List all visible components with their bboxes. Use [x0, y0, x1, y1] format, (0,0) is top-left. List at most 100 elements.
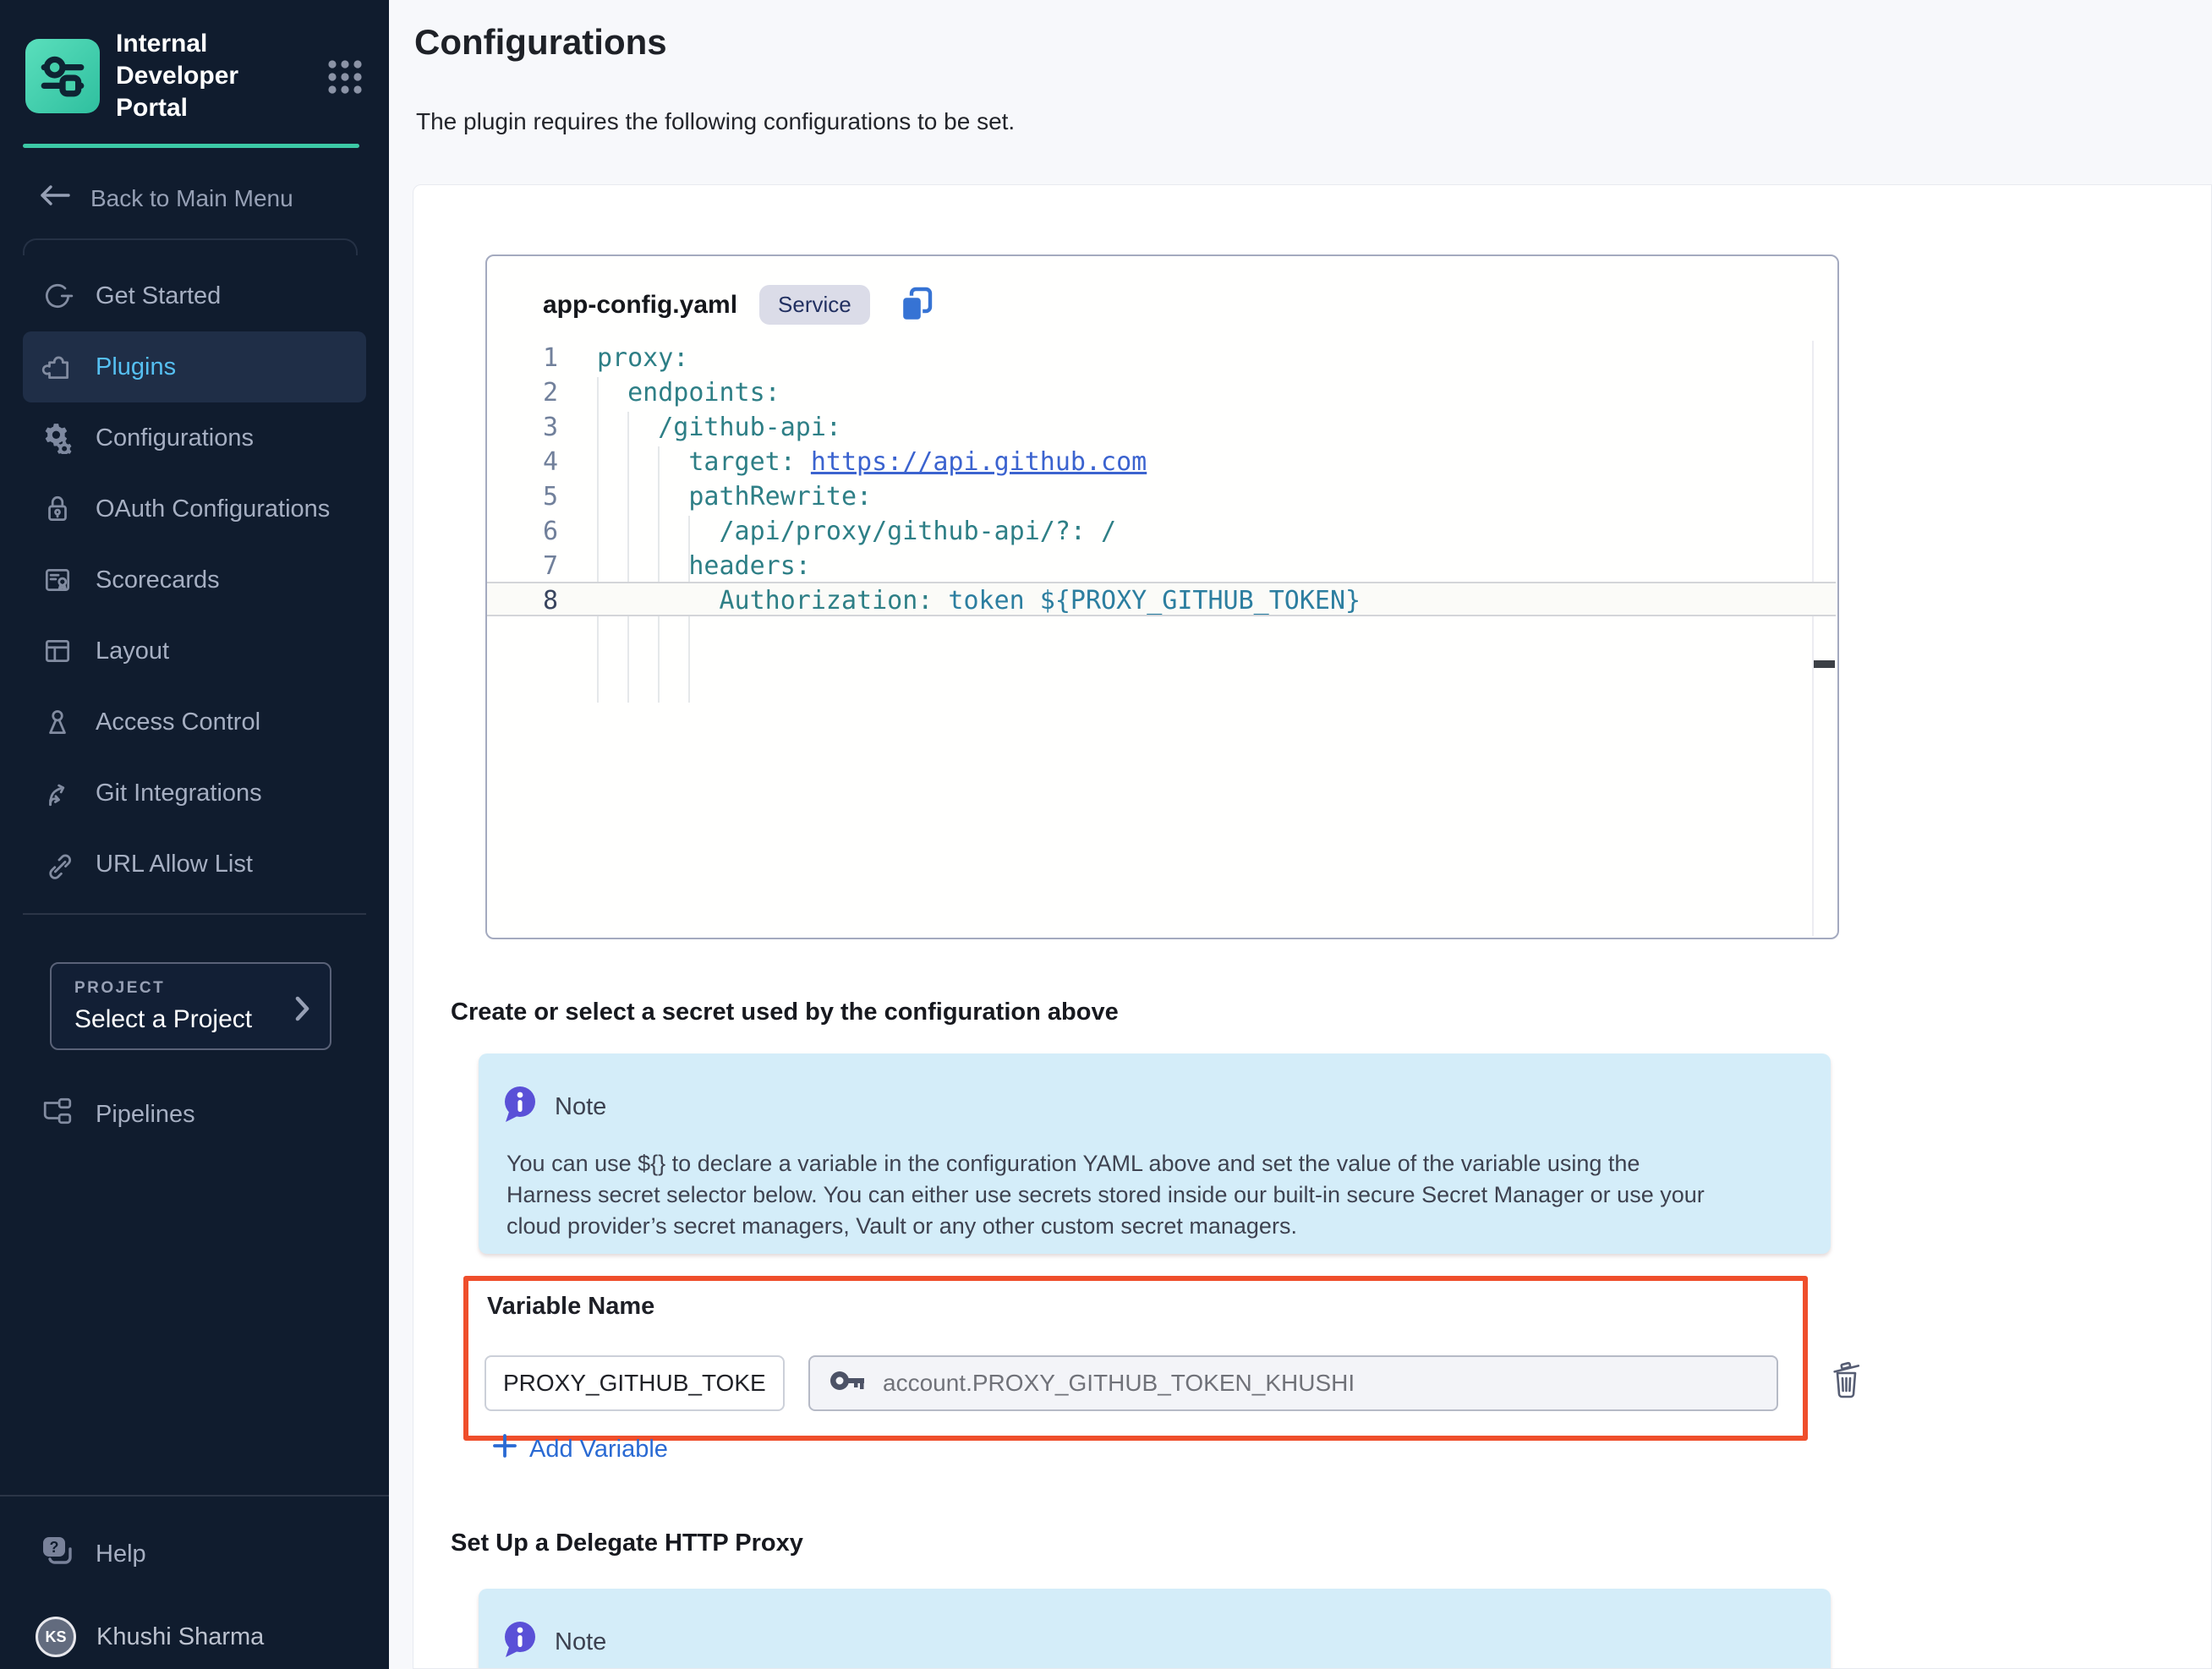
line-number: 4 [487, 445, 558, 479]
code-line[interactable]: 3 /github-api: [487, 410, 1836, 445]
code-line[interactable]: 1proxy: [487, 341, 1836, 375]
sidebar-item-label: URL Allow List [96, 851, 253, 878]
sidebar-item-scorecards[interactable]: Scorecards [23, 544, 366, 616]
line-number: 1 [487, 341, 558, 375]
code-editor[interactable]: 1proxy:2 endpoints:3 /github-api:4 targe… [487, 341, 1836, 936]
line-number: 6 [487, 514, 558, 549]
scorecards-icon [41, 564, 74, 596]
sidebar-item-label: Access Control [96, 709, 260, 736]
code-text: /github-api: [558, 410, 841, 445]
note-label: Note [555, 1093, 606, 1121]
code-text: target: https://api.github.com [558, 445, 1147, 479]
sidebar-item-label: Plugins [96, 353, 176, 381]
page-title: Configurations [414, 22, 667, 63]
sidebar-item-oauth-configurations[interactable]: OAuth Configurations [23, 473, 366, 544]
sidebar-item-get-started[interactable]: Get Started [23, 260, 366, 331]
sidebar-nav: Get Started Plugins Configurations OAuth Co… [0, 255, 389, 900]
idp-logo-icon [25, 39, 100, 113]
help-label: Help [96, 1540, 146, 1568]
sidebar-item-git-integrations[interactable]: Git Integrations [23, 758, 366, 829]
content-panel: app-config.yaml Service 1proxy:2 endpoin… [413, 184, 2212, 1669]
note-header: Note [479, 1053, 1831, 1130]
editor-scrollbar-thumb[interactable] [1814, 660, 1835, 668]
delegate-section-heading: Set Up a Delegate HTTP Proxy [451, 1529, 803, 1557]
code-line[interactable]: 2 endpoints: [487, 375, 1836, 410]
get-started-icon [41, 280, 74, 312]
indent-guide [627, 412, 629, 703]
copy-icon[interactable] [897, 286, 936, 325]
code-text: pathRewrite: [558, 479, 872, 514]
code-text: proxy: [558, 341, 688, 375]
indent-guide [658, 446, 660, 703]
secret-section-heading: Create or select a secret used by the co… [451, 999, 1119, 1026]
code-line[interactable]: 4 target: https://api.github.com [487, 445, 1836, 479]
access-control-icon [41, 706, 74, 738]
editor-overview-ruler [1812, 341, 1814, 936]
project-selector-label: Select a Project [74, 1005, 330, 1034]
back-arrow-icon [38, 183, 72, 213]
note-box-delegate: Note [479, 1589, 1831, 1669]
user-name: Khushi Sharma [96, 1623, 264, 1651]
svg-text:?: ? [50, 1539, 59, 1556]
line-number: 7 [487, 549, 558, 583]
sidebar-item-access-control[interactable]: Access Control [23, 687, 366, 758]
variable-name-input[interactable] [485, 1355, 785, 1411]
oauth-icon [41, 493, 74, 525]
plus-icon [492, 1433, 517, 1465]
help-icon: ? [40, 1534, 74, 1574]
git-integrations-icon [41, 777, 74, 809]
variable-name-label: Variable Name [487, 1293, 1803, 1321]
add-variable-button[interactable]: Add Variable [492, 1433, 668, 1465]
info-icon [502, 1619, 538, 1665]
sidebar-item-help[interactable]: ? Help [0, 1497, 389, 1574]
project-selector[interactable]: PROJECT Select a Project [50, 962, 331, 1050]
layout-icon [41, 635, 74, 667]
url-allow-list-icon [41, 848, 74, 880]
back-label: Back to Main Menu [90, 185, 293, 212]
yaml-editor-card: app-config.yaml Service 1proxy:2 endpoin… [485, 254, 1839, 939]
sidebar-item-label: Git Integrations [96, 780, 262, 807]
secret-value: account.PROXY_GITHUB_TOKEN_KHUSHI [883, 1370, 1355, 1397]
sidebar-item-pipelines[interactable]: Pipelines [23, 1079, 366, 1150]
sidebar-item-label: Scorecards [96, 566, 220, 594]
info-icon [502, 1084, 538, 1130]
plugins-icon [41, 351, 74, 383]
code-text: Authorization: token ${PROXY_GITHUB_TOKE… [558, 583, 1361, 615]
editor-header: app-config.yaml Service [487, 256, 1837, 325]
line-number: 3 [487, 410, 558, 445]
configurations-icon [41, 422, 74, 454]
line-number: 8 [487, 583, 558, 615]
pipelines-icon [41, 1095, 74, 1134]
pipelines-label: Pipelines [96, 1101, 195, 1129]
nav-group-divider [23, 238, 358, 255]
grid-menu-icon[interactable] [326, 58, 364, 100]
indent-guide [597, 377, 599, 703]
sidebar-item-label: Get Started [96, 282, 221, 310]
secret-selector[interactable]: account.PROXY_GITHUB_TOKEN_KHUSHI [808, 1355, 1778, 1411]
note-header: Note [479, 1589, 1831, 1665]
delete-variable-icon[interactable] [1828, 1359, 1865, 1404]
sidebar: Internal Developer Portal Back to Main M… [0, 0, 389, 1669]
sidebar-bottom: ? Help KS Khushi Sharma [0, 1495, 389, 1669]
app-root: Internal Developer Portal Back to Main M… [0, 0, 2212, 1669]
back-to-main-menu[interactable]: Back to Main Menu [0, 148, 389, 213]
sidebar-item-plugins[interactable]: Plugins [23, 331, 366, 402]
project-eyebrow: PROJECT [74, 979, 330, 998]
sidebar-item-configurations[interactable]: Configurations [23, 402, 366, 473]
note-box-secret: Note You can use ${} to declare a variab… [479, 1053, 1831, 1254]
editor-filename: app-config.yaml [543, 291, 737, 320]
avatar: KS [36, 1617, 76, 1657]
sidebar-divider [23, 913, 366, 915]
key-icon [830, 1368, 866, 1399]
sidebar-item-url-allow-list[interactable]: URL Allow List [23, 829, 366, 900]
code-line[interactable]: 8 Authorization: token ${PROXY_GITHUB_TO… [487, 582, 1836, 616]
service-badge: Service [759, 285, 870, 325]
sidebar-item-layout[interactable]: Layout [23, 616, 366, 687]
code-line[interactable]: 5 pathRewrite: [487, 479, 1836, 514]
code-text: endpoints: [558, 375, 780, 410]
sidebar-item-label: OAuth Configurations [96, 495, 330, 523]
code-text: headers: [558, 549, 811, 583]
brand: Internal Developer Portal [0, 0, 389, 124]
brand-title: Internal Developer Portal [116, 28, 317, 124]
user-menu[interactable]: KS Khushi Sharma [0, 1574, 389, 1657]
